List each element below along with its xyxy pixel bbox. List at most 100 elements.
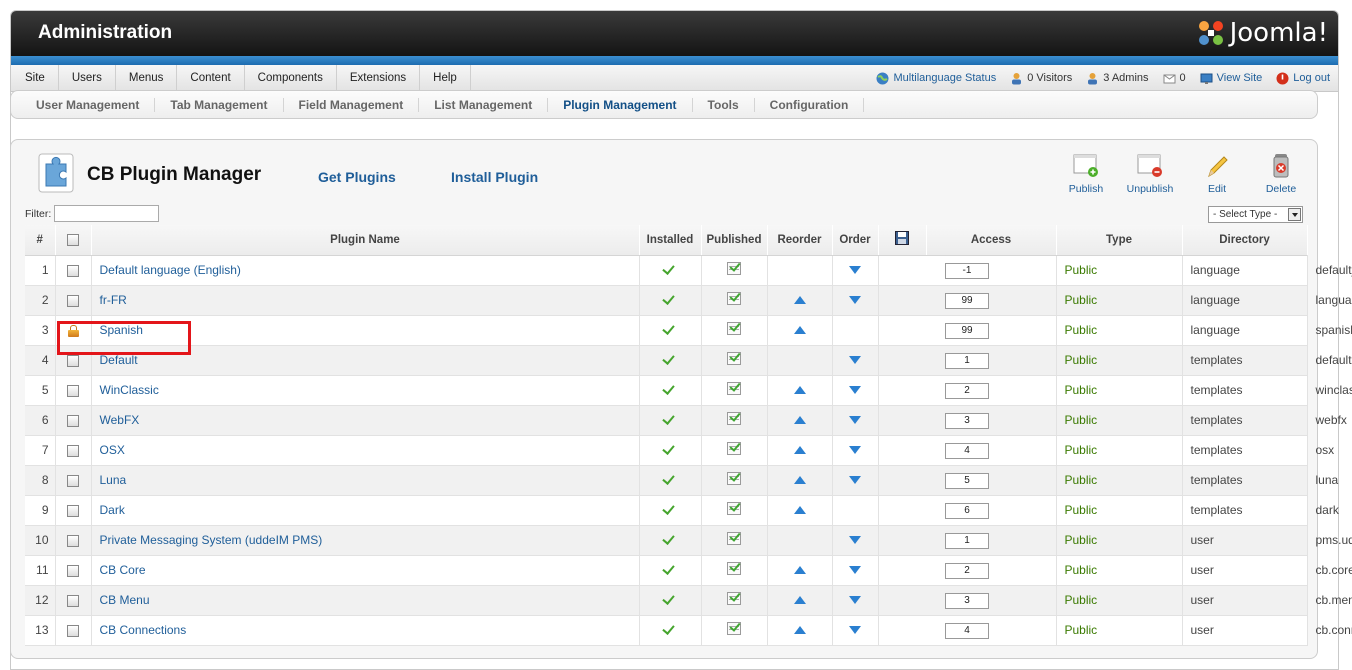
plugin-name-link[interactable]: Default language (English) (91, 255, 640, 286)
order-up-icon[interactable] (793, 476, 806, 484)
plugin-name-link[interactable]: Dark (91, 495, 640, 526)
access-link[interactable]: Public (1056, 465, 1183, 496)
tab-configuration[interactable]: Configuration (755, 97, 865, 112)
published-toggle-icon[interactable] (727, 292, 741, 305)
joomla-logo[interactable]: Joomla! (1196, 17, 1328, 49)
published-toggle-icon[interactable] (727, 622, 741, 635)
select-all-checkbox[interactable] (67, 233, 79, 246)
tab-tools[interactable]: Tools (693, 97, 755, 112)
plugin-name-link[interactable]: fr-FR (91, 285, 640, 316)
order-up-icon[interactable] (793, 296, 806, 304)
row-checkbox[interactable] (67, 474, 79, 487)
published-toggle-icon[interactable] (727, 592, 741, 605)
tab-plugin-management[interactable]: Plugin Management (548, 97, 693, 112)
access-link[interactable]: Public (1056, 585, 1183, 616)
order-up-icon[interactable] (793, 596, 806, 604)
published-toggle-icon[interactable] (727, 502, 741, 515)
published-toggle-icon[interactable] (727, 442, 741, 455)
published-toggle-icon[interactable] (727, 322, 741, 335)
row-checkbox[interactable] (67, 354, 79, 367)
order-up-icon[interactable] (793, 506, 806, 514)
plugin-name-link[interactable]: Private Messaging System (uddeIM PMS) (91, 525, 640, 556)
order-input[interactable]: 3 (945, 592, 989, 609)
access-link[interactable]: Public (1056, 525, 1183, 556)
access-link[interactable]: Public (1056, 375, 1183, 406)
published-toggle-icon[interactable] (727, 532, 741, 545)
order-input[interactable]: 4 (945, 622, 989, 639)
published-toggle-icon[interactable] (727, 352, 741, 365)
plugin-name-link[interactable]: CB Connections (91, 615, 640, 646)
order-up-icon[interactable] (793, 386, 806, 394)
multilanguage-status-link[interactable]: Multilanguage Status (876, 72, 996, 85)
delete-button[interactable]: Delete (1255, 152, 1307, 198)
order-input[interactable]: 1 (945, 532, 989, 549)
menu-site[interactable]: Site (11, 65, 59, 92)
order-down-icon[interactable] (849, 296, 861, 304)
order-input[interactable]: 2 (945, 562, 989, 579)
plugin-name-link[interactable]: WinClassic (91, 375, 640, 406)
published-toggle-icon[interactable] (727, 382, 741, 395)
get-plugins-link[interactable]: Get Plugins (318, 169, 396, 185)
order-down-icon[interactable] (849, 566, 861, 574)
messages-count[interactable]: 0 (1163, 72, 1186, 85)
menu-content[interactable]: Content (177, 65, 245, 92)
order-up-icon[interactable] (793, 566, 806, 574)
menu-components[interactable]: Components (245, 65, 337, 92)
order-up-icon[interactable] (793, 626, 806, 634)
access-link[interactable]: Public (1056, 495, 1183, 526)
save-icon[interactable] (895, 231, 909, 248)
row-checkbox[interactable] (67, 384, 79, 397)
row-checkbox[interactable] (67, 534, 79, 547)
plugin-name-link[interactable]: Luna (91, 465, 640, 496)
row-checkbox[interactable] (67, 444, 79, 457)
tab-tab-management[interactable]: Tab Management (155, 97, 284, 112)
plugin-name-link[interactable]: CB Menu (91, 585, 640, 616)
order-up-icon[interactable] (793, 416, 806, 424)
published-toggle-icon[interactable] (727, 562, 741, 575)
published-toggle-icon[interactable] (727, 262, 741, 275)
row-checkbox[interactable] (67, 414, 79, 427)
access-link[interactable]: Public (1056, 555, 1183, 586)
order-down-icon[interactable] (849, 386, 861, 394)
plugin-name-link[interactable]: OSX (91, 435, 640, 466)
plugin-name-link[interactable]: CB Core (91, 555, 640, 586)
row-checkbox[interactable] (67, 294, 79, 307)
order-down-icon[interactable] (849, 596, 861, 604)
order-input[interactable]: 2 (945, 382, 989, 399)
order-down-icon[interactable] (849, 446, 861, 454)
row-checkbox[interactable] (67, 594, 79, 607)
published-toggle-icon[interactable] (727, 412, 741, 425)
tab-list-management[interactable]: List Management (419, 97, 549, 112)
row-checkbox[interactable] (67, 264, 79, 277)
order-input[interactable]: 4 (945, 442, 989, 459)
access-link[interactable]: Public (1056, 315, 1183, 346)
order-input[interactable]: 3 (945, 412, 989, 429)
type-select[interactable]: - Select Type - (1208, 206, 1303, 223)
plugin-name-link[interactable]: WebFX (91, 405, 640, 436)
logout-link[interactable]: Log out (1276, 72, 1330, 85)
access-link[interactable]: Public (1056, 405, 1183, 436)
access-link[interactable]: Public (1056, 435, 1183, 466)
edit-button[interactable]: Edit (1191, 152, 1243, 198)
order-down-icon[interactable] (849, 626, 861, 634)
row-checkbox[interactable] (67, 564, 79, 577)
order-down-icon[interactable] (849, 476, 861, 484)
order-input[interactable]: 1 (945, 352, 989, 369)
order-down-icon[interactable] (849, 266, 861, 274)
order-input[interactable]: 99 (945, 292, 989, 309)
unpublish-button[interactable]: Unpublish (1124, 152, 1176, 198)
menu-extensions[interactable]: Extensions (337, 65, 421, 92)
order-input[interactable]: 6 (945, 502, 989, 519)
order-down-icon[interactable] (849, 356, 861, 364)
order-up-icon[interactable] (793, 446, 806, 454)
install-plugin-link[interactable]: Install Plugin (451, 169, 538, 185)
access-link[interactable]: Public (1056, 345, 1183, 376)
order-input[interactable]: 99 (945, 322, 989, 339)
filter-input[interactable] (54, 205, 159, 222)
access-link[interactable]: Public (1056, 615, 1183, 646)
order-input[interactable]: 5 (945, 472, 989, 489)
order-down-icon[interactable] (849, 536, 861, 544)
tab-field-management[interactable]: Field Management (284, 97, 420, 112)
row-checkbox[interactable] (67, 504, 79, 517)
published-toggle-icon[interactable] (727, 472, 741, 485)
